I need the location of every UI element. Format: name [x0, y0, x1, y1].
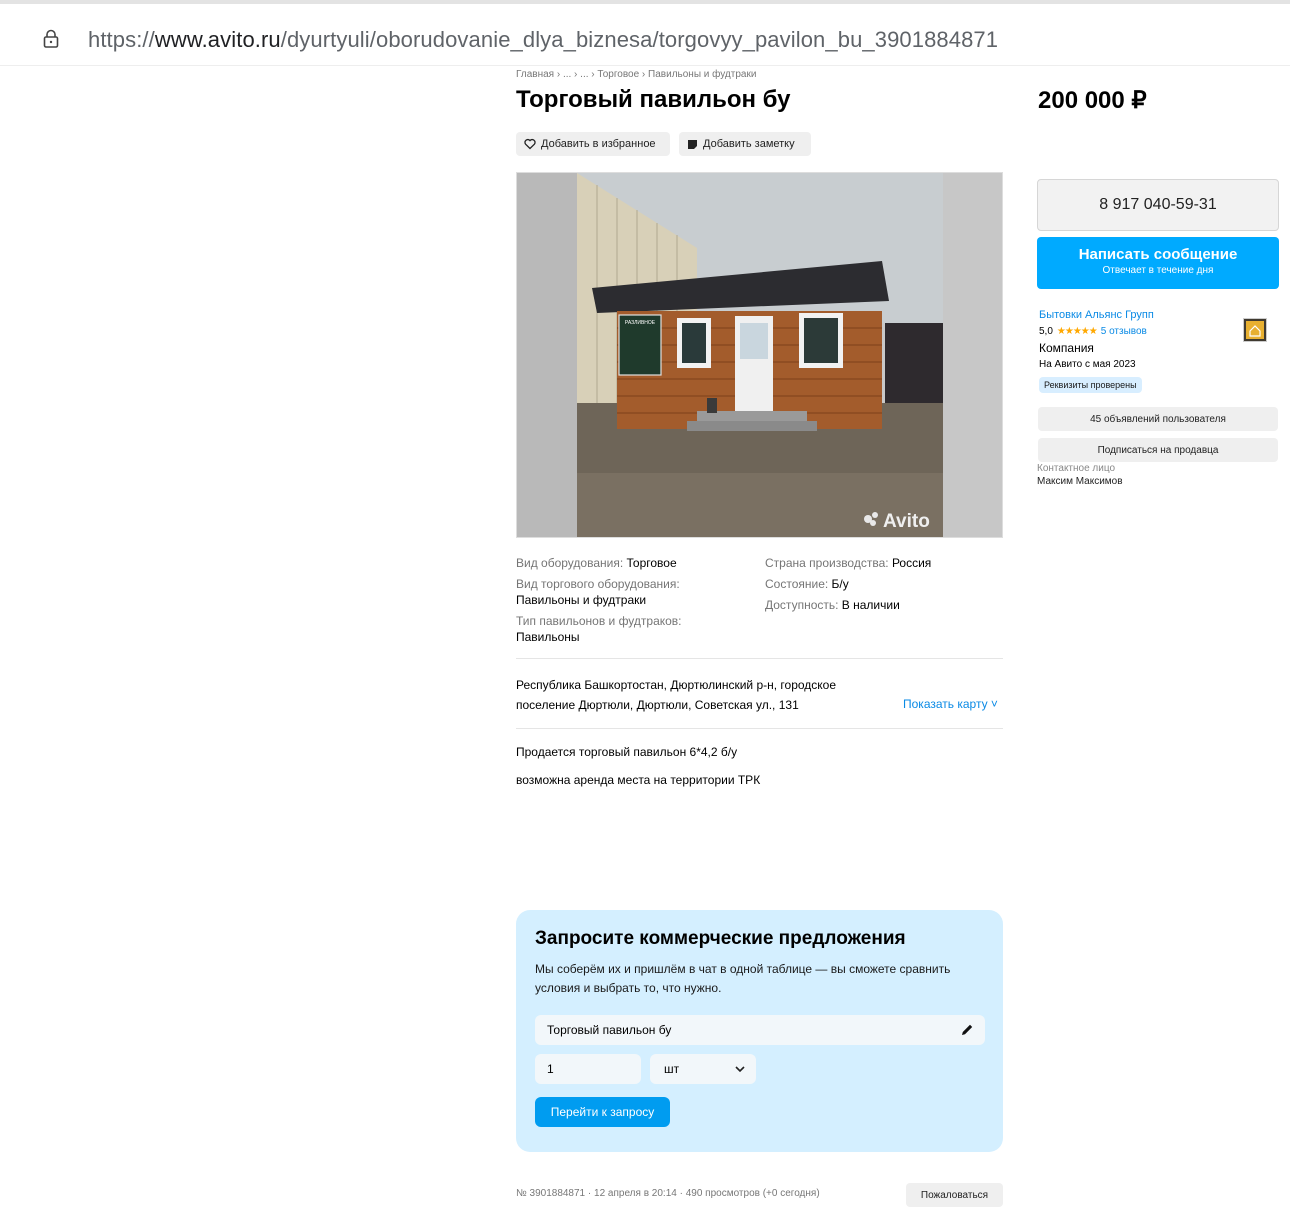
- url-path: /dyurtyuli/oborudovanie_dlya_biznesa/tor…: [280, 27, 999, 52]
- write-message-label: Написать сообщение: [1078, 246, 1238, 263]
- param-row: Страна производства: Россия: [765, 555, 1005, 571]
- response-time: Отвечает в течение дня: [1102, 265, 1214, 276]
- user-ads-button[interactable]: 45 объявлений пользователя: [1038, 407, 1278, 431]
- photo-watermark: Avito: [883, 511, 930, 532]
- contact-name: Максим Максимов: [1037, 476, 1123, 487]
- description: Продается торговый павильон 6*4,2 б/у во…: [516, 744, 760, 800]
- seller-since: На Авито с мая 2023: [1039, 359, 1136, 370]
- subscribe-seller-button[interactable]: Подписаться на продавца: [1038, 438, 1278, 462]
- add-note-button[interactable]: Добавить заметку: [679, 132, 811, 156]
- param-label: Вид оборудования:: [516, 556, 627, 570]
- param-value: Торговое: [626, 556, 677, 570]
- lock-icon: [43, 29, 59, 48]
- rating-score: 5,0: [1039, 326, 1053, 337]
- description-line: Продается торговый павильон 6*4,2 б/у: [516, 745, 738, 759]
- chevron-down-icon: [735, 1066, 745, 1073]
- add-to-favorites-button[interactable]: Добавить в избранное: [516, 132, 670, 156]
- param-row: Тип павильонов и фудтраков: Павильоны: [516, 613, 756, 645]
- write-message-button[interactable]: Написать сообщение Отвечает в течение дн…: [1037, 237, 1279, 289]
- param-row: Доступность: В наличии: [765, 597, 1005, 613]
- address-text: Республика Башкортостан, Дюртюлинский р-…: [516, 678, 837, 712]
- house-logo-icon: [1246, 321, 1264, 339]
- contact-label: Контактное лицо: [1037, 463, 1116, 474]
- note-icon: [688, 139, 697, 149]
- pencil-icon[interactable]: [959, 1022, 975, 1038]
- price: 200 000 ₽: [1038, 87, 1147, 114]
- seller-type: Компания: [1039, 341, 1094, 355]
- rating-stars: ★★★★★: [1056, 326, 1098, 337]
- param-row: Вид торгового оборудования: Павильоны и …: [516, 576, 756, 608]
- param-value: В наличии: [841, 598, 900, 612]
- heart-icon: [524, 138, 536, 150]
- url-prefix: https://: [88, 27, 155, 52]
- phone-button[interactable]: 8 917 040-59-31: [1037, 179, 1279, 231]
- add-to-favorites-label: Добавить в избранное: [541, 138, 656, 150]
- param-label: Состояние:: [765, 577, 832, 591]
- seller-rating: 5,0 ★★★★★ 5 отзывов: [1039, 326, 1147, 337]
- param-value: Павильоны: [516, 630, 580, 644]
- unit-select[interactable]: шт: [650, 1054, 756, 1084]
- listing-meta: № 3901884871 · 12 апреля в 20:14 · 490 п…: [516, 1188, 820, 1199]
- offer-title: Запросите коммерческие предложения: [535, 928, 906, 949]
- url-host: www.avito.ru: [154, 27, 281, 52]
- offer-product-field[interactable]: Торговый павильон бу: [535, 1015, 985, 1045]
- param-value: Россия: [891, 556, 932, 570]
- seller-logo[interactable]: [1243, 318, 1267, 342]
- browser-address-bar[interactable]: https://www.avito.ru/dyurtyuli/oborudova…: [0, 0, 1290, 66]
- sign-text: РАЗЛИВНОЕ: [625, 320, 656, 326]
- divider: [516, 658, 1003, 659]
- param-label: Вид торгового оборудования:: [516, 577, 680, 591]
- verified-badge: Реквизиты проверены: [1039, 377, 1142, 393]
- params-right: Страна производства: Россия Состояние: Б…: [765, 555, 1005, 618]
- add-note-label: Добавить заметку: [703, 138, 795, 150]
- params-left: Вид оборудования: Торговое Вид торгового…: [516, 555, 756, 650]
- param-row: Состояние: Б/у: [765, 576, 1005, 592]
- pavilion-photo: РАЗЛИВНОЕ Avito: [517, 173, 1002, 537]
- quantity-value: 1: [547, 1062, 554, 1076]
- breadcrumb[interactable]: Главная › ... › ... › Торговое › Павильо…: [516, 69, 756, 80]
- listing-photo[interactable]: РАЗЛИВНОЕ Avito: [516, 172, 1003, 538]
- offer-text: Мы соберём их и пришлём в чат в одной та…: [535, 962, 951, 995]
- divider: [516, 728, 1003, 729]
- url-text[interactable]: https://www.avito.ru/dyurtyuli/oborudova…: [88, 27, 998, 53]
- param-label: Доступность:: [765, 598, 842, 612]
- offer-product-value: Торговый павильон бу: [547, 1023, 672, 1037]
- commercial-offer-panel: Запросите коммерческие предложения Мы со…: [516, 910, 1003, 1152]
- unit-value: шт: [664, 1062, 680, 1076]
- quantity-input[interactable]: 1: [535, 1054, 641, 1084]
- reviews-link[interactable]: 5 отзывов: [1101, 326, 1147, 337]
- seller-name-link[interactable]: Бытовки Альянс Групп: [1039, 309, 1154, 321]
- complain-button[interactable]: Пожаловаться: [906, 1183, 1003, 1207]
- description-line: возможна аренда места на территории ТРК: [516, 773, 761, 787]
- show-map-link[interactable]: Показать карту ˅: [903, 697, 998, 711]
- page-title: Торговый павильон бу: [516, 86, 791, 113]
- param-row: Вид оборудования: Торговое: [516, 555, 756, 571]
- go-to-request-button[interactable]: Перейти к запросу: [535, 1097, 670, 1127]
- param-value: Б/у: [831, 577, 849, 591]
- param-value: Павильоны и фудтраки: [516, 593, 647, 607]
- param-label: Тип павильонов и фудтраков:: [516, 614, 682, 628]
- param-label: Страна производства:: [765, 556, 892, 570]
